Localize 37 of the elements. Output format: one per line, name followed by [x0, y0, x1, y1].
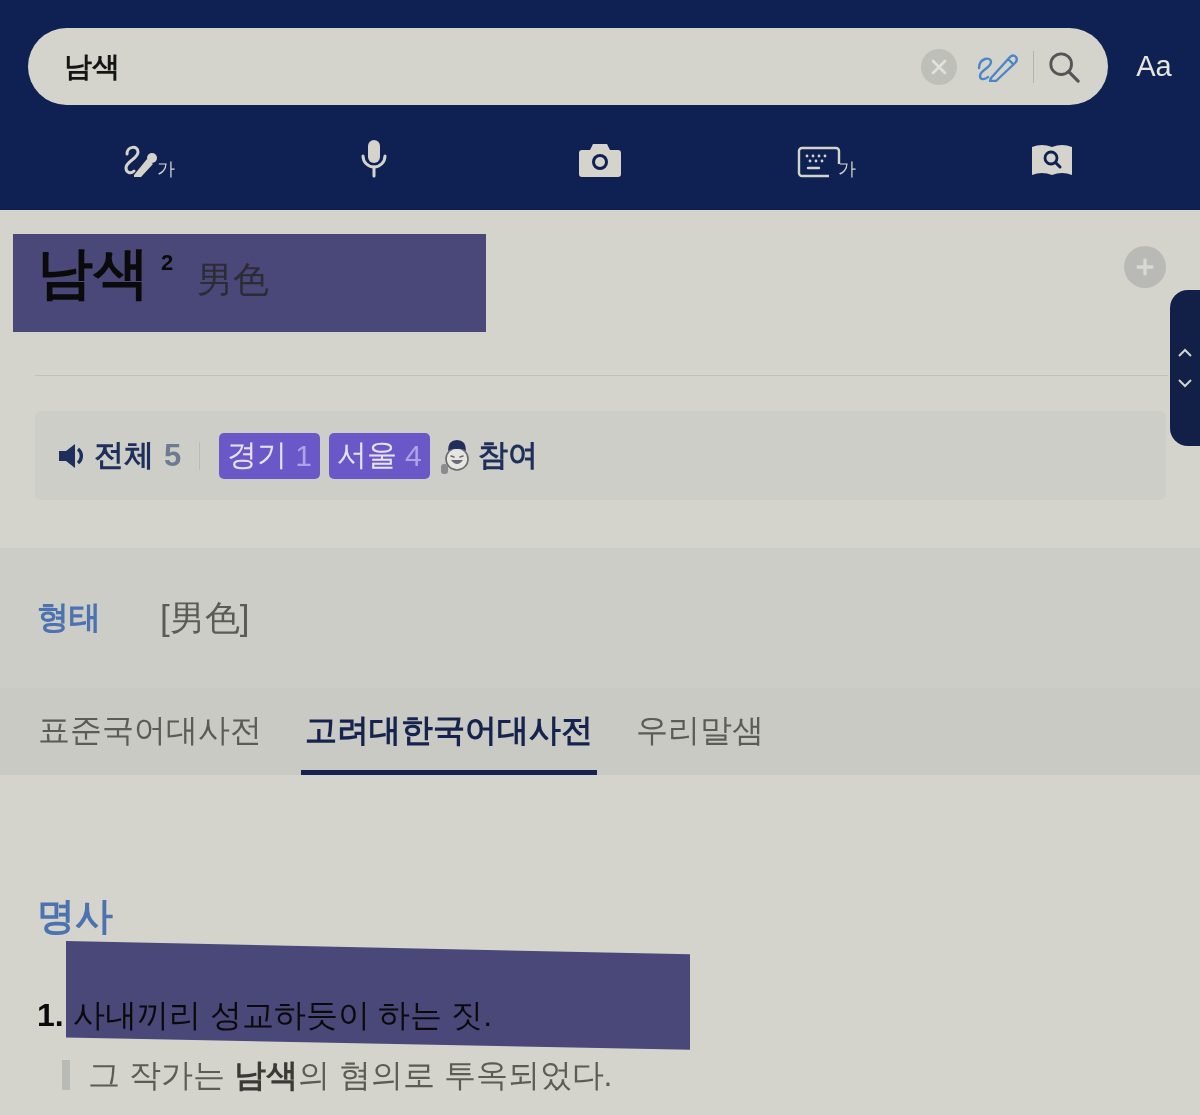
search-icon	[1048, 50, 1080, 83]
microphone-icon	[360, 138, 388, 178]
region-filter-button[interactable]: 경기 1	[219, 432, 320, 479]
part-of-speech: 명사	[37, 894, 113, 939]
form-label: 형태	[37, 598, 102, 637]
form-value: [男色]	[160, 596, 250, 639]
keyboard-icon	[796, 146, 841, 178]
example-sentence: 그 작가는 남색의 혐의로 투옥되었다.	[88, 1056, 613, 1095]
handwriting-button[interactable]	[977, 51, 1019, 82]
search-field[interactable]: 남색	[64, 46, 921, 87]
squiggle-pen-icon	[977, 51, 1019, 82]
homonym-number: 2	[161, 250, 174, 276]
book-search-icon	[1030, 142, 1074, 178]
hanja-text: 男色	[197, 257, 270, 302]
camera-icon	[578, 142, 622, 178]
font-size-button[interactable]: Aa	[1108, 50, 1200, 83]
close-icon	[921, 48, 957, 85]
play-all-button[interactable]: 전체 5	[58, 435, 182, 476]
definition-text: 사내끼리 성교하듯이 하는 짓.	[72, 996, 493, 1035]
participate-button[interactable]: 참여	[438, 435, 538, 476]
scroll-down-button[interactable]	[1177, 378, 1193, 388]
chevron-down-icon	[1177, 378, 1193, 388]
quote-bar-icon	[62, 1060, 70, 1090]
scroll-up-button[interactable]	[1177, 348, 1193, 358]
dictionary-tab[interactable]: 고려대한국어대사전	[301, 688, 597, 775]
keyboard-input-button[interactable]: 가	[796, 138, 856, 178]
dictionary-tab[interactable]: 표준국어대사전	[34, 688, 266, 775]
region-filter-button[interactable]: 서울 4	[328, 432, 430, 479]
plus-icon	[1135, 257, 1155, 277]
search-bar[interactable]: 남색	[28, 28, 1108, 105]
headword: 남색	[37, 245, 149, 301]
handwriting-input-button[interactable]: 가	[121, 138, 175, 178]
chevron-up-icon	[1177, 348, 1193, 358]
dictionary-tab[interactable]: 우리말샘	[632, 688, 768, 775]
sense-number: 1.	[37, 996, 64, 1035]
voice-input-button[interactable]	[360, 138, 388, 178]
search-button[interactable]	[1048, 50, 1080, 83]
